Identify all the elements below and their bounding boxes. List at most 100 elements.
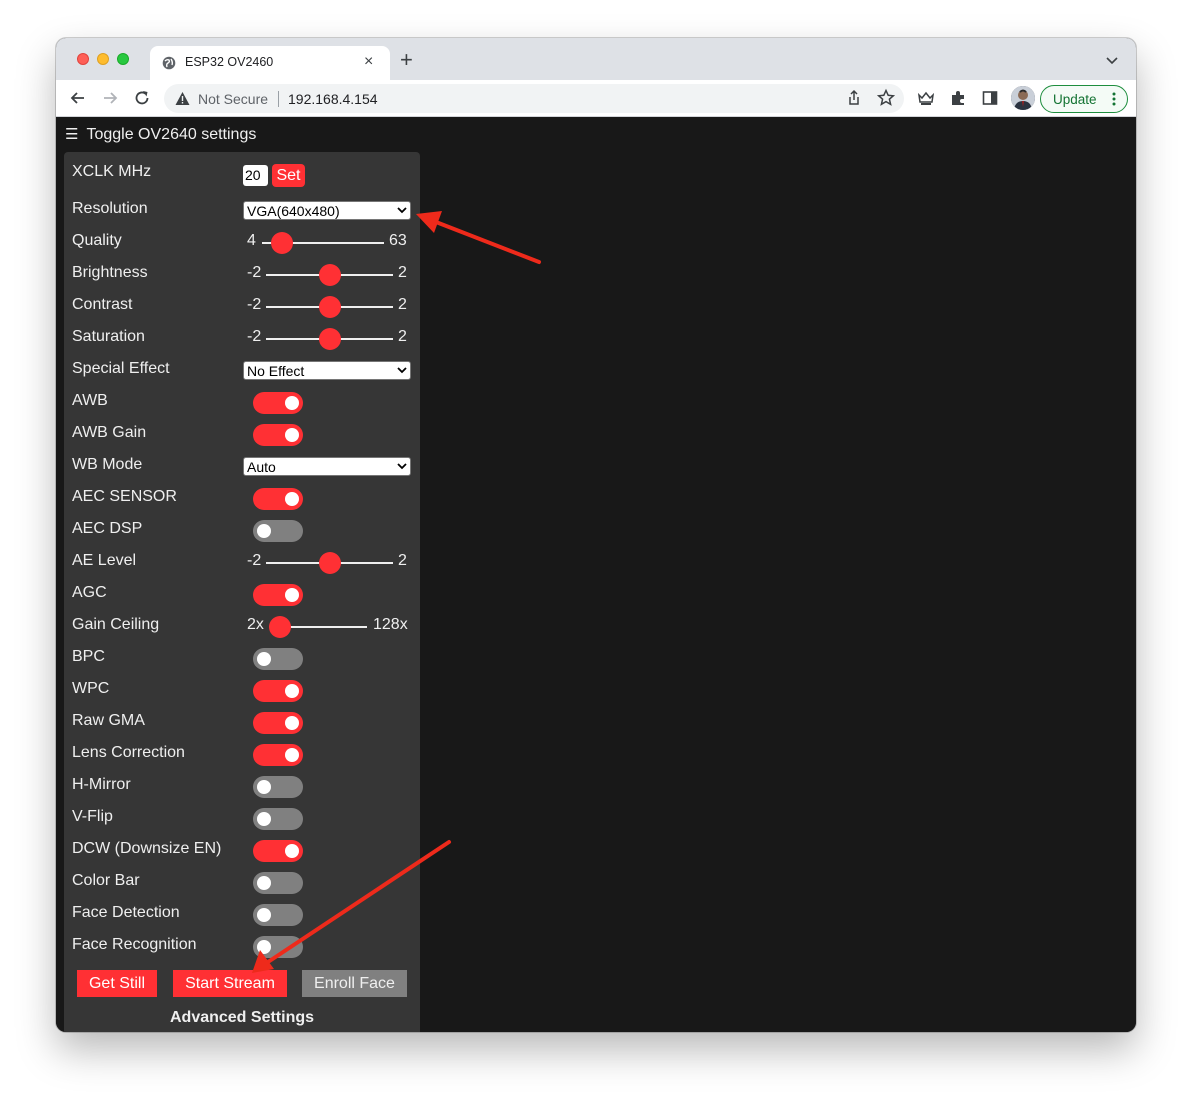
wb-mode-row: WB Mode Auto xyxy=(72,450,412,482)
toggle-knob xyxy=(285,428,299,442)
hmirror-toggle[interactable] xyxy=(253,776,303,798)
page-content: ☰ Toggle OV2640 settings XCLK MHz 20 Set … xyxy=(56,118,1136,1032)
awb-toggle[interactable] xyxy=(253,392,303,414)
update-button[interactable]: Update xyxy=(1040,85,1128,113)
chevron-down-icon[interactable] xyxy=(1104,52,1120,68)
raw-gma-label: Raw GMA xyxy=(72,712,145,729)
url-text[interactable]: 192.168.4.154 xyxy=(288,91,378,107)
advanced-settings-heading[interactable]: Advanced Settings xyxy=(64,1009,420,1027)
reload-icon[interactable] xyxy=(132,88,152,108)
wb-mode-label: WB Mode xyxy=(72,456,143,473)
start-stream-button[interactable]: Start Stream xyxy=(173,970,287,997)
aec-sensor-toggle[interactable] xyxy=(253,488,303,510)
forward-arrow-icon[interactable] xyxy=(100,88,120,108)
dcw-label: DCW (Downsize EN) xyxy=(72,840,222,857)
bpc-toggle[interactable] xyxy=(253,648,303,670)
security-status[interactable]: Not Secure xyxy=(198,91,268,107)
hmirror-row: H-Mirror xyxy=(72,770,412,802)
vflip-toggle[interactable] xyxy=(253,808,303,830)
saturation-max: 2 xyxy=(398,328,407,345)
gain-ceiling-slider-thumb[interactable] xyxy=(269,616,291,638)
wb-mode-value: Auto xyxy=(247,459,276,475)
extensions-puzzle-icon[interactable] xyxy=(948,88,968,108)
toggle-knob xyxy=(285,492,299,506)
extension-crown-icon[interactable] xyxy=(916,88,936,108)
resolution-value: VGA(640x480) xyxy=(247,203,340,219)
address-bar[interactable]: Not Secure 192.168.4.154 xyxy=(164,84,904,113)
resolution-select[interactable]: VGA(640x480) xyxy=(243,201,411,220)
wb-mode-select[interactable]: Auto xyxy=(243,457,411,476)
saturation-row: Saturation -2 2 xyxy=(72,322,412,354)
bookmark-star-icon[interactable] xyxy=(876,88,896,108)
awb-gain-toggle[interactable] xyxy=(253,424,303,446)
kebab-menu-icon[interactable] xyxy=(1111,91,1117,107)
tab-close-icon[interactable]: × xyxy=(364,52,373,72)
enroll-face-button[interactable]: Enroll Face xyxy=(302,970,407,997)
close-window-button[interactable] xyxy=(77,53,89,65)
quality-min: 4 xyxy=(247,232,256,249)
lens-correction-toggle[interactable] xyxy=(253,744,303,766)
toggle-knob xyxy=(257,940,271,954)
face-recognition-toggle[interactable] xyxy=(253,936,303,958)
contrast-max: 2 xyxy=(398,296,407,313)
minimize-window-button[interactable] xyxy=(97,53,109,65)
new-tab-button[interactable]: + xyxy=(400,48,413,72)
warning-triangle-icon[interactable] xyxy=(175,91,190,106)
chevron-down-icon xyxy=(397,367,407,374)
toggle-knob xyxy=(257,780,271,794)
face-recognition-row: Face Recognition xyxy=(72,930,412,962)
special-effect-value: No Effect xyxy=(247,363,305,379)
toggle-knob xyxy=(257,652,271,666)
brightness-min: -2 xyxy=(247,264,262,281)
toggle-knob xyxy=(257,908,271,922)
face-detection-toggle[interactable] xyxy=(253,904,303,926)
gain-ceiling-label: Gain Ceiling xyxy=(72,616,160,633)
awb-gain-label: AWB Gain xyxy=(72,424,147,441)
quality-slider-thumb[interactable] xyxy=(271,232,293,254)
toggle-knob xyxy=(257,524,271,538)
xclk-input[interactable]: 20 xyxy=(243,165,268,186)
brightness-max: 2 xyxy=(398,264,407,281)
side-panel-icon[interactable] xyxy=(980,88,1000,108)
toggle-knob xyxy=(285,396,299,410)
saturation-label: Saturation xyxy=(72,328,145,345)
omnibox-divider xyxy=(278,91,279,107)
brightness-slider-thumb[interactable] xyxy=(319,264,341,286)
dcw-toggle[interactable] xyxy=(253,840,303,862)
ae-level-slider-thumb[interactable] xyxy=(319,552,341,574)
toggle-knob xyxy=(257,812,271,826)
zoom-window-button[interactable] xyxy=(117,53,129,65)
update-button-label: Update xyxy=(1053,92,1097,107)
wpc-toggle[interactable] xyxy=(253,680,303,702)
chevron-down-icon xyxy=(397,207,407,214)
share-icon[interactable] xyxy=(844,88,864,108)
raw-gma-toggle[interactable] xyxy=(253,712,303,734)
awb-row: AWB xyxy=(72,386,412,418)
raw-gma-row: Raw GMA xyxy=(72,706,412,738)
special-effect-select[interactable]: No Effect xyxy=(243,361,411,380)
xclk-row: XCLK MHz 20 Set xyxy=(72,157,412,189)
browser-tab[interactable]: ESP32 OV2460 × xyxy=(150,46,390,80)
awb-gain-row: AWB Gain xyxy=(72,418,412,450)
ae-level-label: AE Level xyxy=(72,552,137,569)
back-arrow-icon[interactable] xyxy=(68,88,88,108)
browser-window: ESP32 OV2460 × + Not Secure 192.168.4.15… xyxy=(56,38,1136,1032)
settings-toggle-label: Toggle OV2640 settings xyxy=(86,126,257,143)
special-effect-row: Special Effect No Effect xyxy=(72,354,412,386)
resolution-label: Resolution xyxy=(72,200,148,217)
profile-avatar[interactable] xyxy=(1011,86,1035,110)
quality-row: Quality 4 63 xyxy=(72,226,412,258)
saturation-slider-thumb[interactable] xyxy=(319,328,341,350)
face-detection-row: Face Detection xyxy=(72,898,412,930)
wpc-label: WPC xyxy=(72,680,110,697)
hmirror-label: H-Mirror xyxy=(72,776,131,793)
contrast-slider-thumb[interactable] xyxy=(319,296,341,318)
color-bar-toggle[interactable] xyxy=(253,872,303,894)
aec-dsp-toggle[interactable] xyxy=(253,520,303,542)
xclk-set-button[interactable]: Set xyxy=(272,164,305,187)
special-effect-label: Special Effect xyxy=(72,360,170,377)
get-still-button[interactable]: Get Still xyxy=(77,970,157,997)
settings-toggle[interactable]: ☰ Toggle OV2640 settings xyxy=(65,125,256,144)
gain-ceiling-max: 128x xyxy=(373,616,408,633)
agc-toggle[interactable] xyxy=(253,584,303,606)
